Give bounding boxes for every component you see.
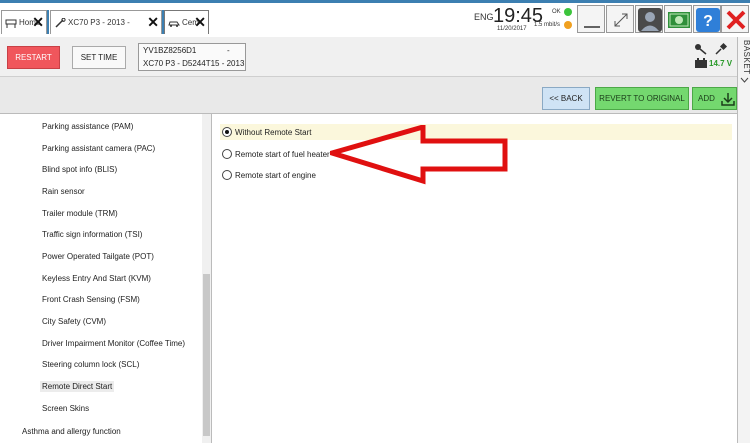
connection-status: OK: [552, 9, 561, 15]
restart-button[interactable]: RESTART: [7, 46, 60, 69]
list-item[interactable]: Driver Impairment Monitor (Coffee Time): [42, 339, 185, 348]
session-toolbar: RESTART SET TIME YV1BZ8256D1 - XC70 P3 -…: [0, 37, 737, 77]
tab-vehicle[interactable]: XC70 P3 - 2013 - ✕: [50, 10, 162, 34]
vehicle-model: XC70 P3 - D5244T15 - 2013: [143, 59, 245, 68]
credits-button[interactable]: [664, 5, 692, 33]
radio-unchecked[interactable]: [222, 170, 232, 180]
close-icon[interactable]: ✕: [147, 15, 159, 29]
car-icon: [168, 21, 180, 27]
status-ok-dot: [564, 8, 572, 16]
close-icon[interactable]: ✕: [32, 15, 44, 29]
list-group-header[interactable]: Asthma and allergy function: [22, 427, 121, 436]
revert-button[interactable]: REVERT TO ORIGINAL: [595, 87, 689, 110]
key-icon: [695, 44, 707, 55]
accent-strip: [0, 0, 750, 3]
connection-rate: 1.5 mbit/s: [534, 22, 561, 28]
list-item[interactable]: Keyless Entry And Start (KVM): [42, 274, 151, 283]
list-item[interactable]: Front Crash Sensing (FSM): [42, 295, 140, 304]
user-button[interactable]: [635, 5, 663, 33]
maximize-button[interactable]: [606, 5, 634, 33]
close-app-button[interactable]: [721, 5, 749, 33]
language-indicator[interactable]: ENG: [474, 12, 494, 22]
list-item[interactable]: Traffic sign information (TSI): [42, 230, 142, 239]
list-item[interactable]: Steering column lock (SCL): [42, 360, 139, 369]
add-button-label: ADD: [698, 94, 715, 103]
chevron-down-icon: [740, 77, 749, 83]
list-item[interactable]: Power Operated Tailgate (POT): [42, 252, 154, 261]
close-icon[interactable]: ✕: [194, 15, 206, 29]
radio-unchecked[interactable]: [222, 149, 232, 159]
car-lift-icon: [5, 19, 17, 28]
minimize-icon: [584, 26, 600, 28]
add-button[interactable]: ADD: [692, 87, 737, 110]
user-icon: [638, 8, 662, 32]
list-item[interactable]: Trailer module (TRM): [42, 209, 118, 218]
list-item[interactable]: City Safety (CVM): [42, 317, 106, 326]
scrollbar-thumb[interactable]: [203, 274, 210, 436]
option-label: Remote start of fuel heater: [235, 149, 330, 159]
help-button[interactable]: ?: [693, 5, 721, 33]
basket-label: BASKET: [742, 40, 750, 75]
radio-checked[interactable]: [222, 127, 232, 137]
list-item[interactable]: Parking assistance (PAM): [42, 122, 133, 131]
list-scrollbar[interactable]: [202, 114, 211, 443]
battery-voltage: 14.7 V: [709, 59, 733, 68]
tab-vehicle-label: XC70 P3 - 2013 -: [68, 18, 130, 27]
option-remote-engine[interactable]: Remote start of engine: [222, 167, 316, 183]
download-icon: [721, 92, 735, 106]
status-rate-dot: [564, 21, 572, 29]
option-label: Remote start of engine: [235, 170, 316, 180]
date: 11/20/2017: [497, 26, 527, 32]
vin-suffix: -: [227, 46, 230, 55]
wrench-icon: [55, 17, 66, 28]
list-item-selected[interactable]: Remote Direct Start: [40, 381, 115, 392]
expand-icon: [614, 13, 628, 27]
function-list: Parking assistance (PAM) Parking assista…: [0, 113, 212, 443]
tab-cem[interactable]: Cem ✕: [164, 10, 209, 34]
plug-icon: [715, 42, 728, 55]
help-icon: ?: [696, 8, 720, 32]
list-item[interactable]: Parking assistant camera (PAC): [42, 144, 155, 153]
list-item[interactable]: Blind spot info (BLIS): [42, 165, 117, 174]
minimize-button[interactable]: [577, 5, 605, 33]
annotation-arrow-icon: [330, 125, 508, 185]
tab-separator: [47, 10, 49, 34]
battery-icon: [695, 58, 707, 68]
tab-home[interactable]: Home ✕: [1, 10, 47, 34]
set-time-button[interactable]: SET TIME: [72, 46, 126, 69]
svg-text:?: ?: [703, 13, 713, 30]
option-label: Without Remote Start: [235, 127, 312, 137]
list-item[interactable]: Rain sensor: [42, 187, 85, 196]
money-icon: [668, 12, 690, 28]
vehicle-info: YV1BZ8256D1 - XC70 P3 - D5244T15 - 2013: [138, 43, 246, 71]
list-item[interactable]: Screen Skins: [42, 404, 89, 413]
basket-panel[interactable]: BASKET: [737, 37, 750, 443]
vin: YV1BZ8256D1: [143, 46, 197, 55]
back-button[interactable]: << BACK: [542, 87, 590, 110]
option-fuel-heater[interactable]: Remote start of fuel heater: [222, 146, 330, 162]
close-icon: [726, 10, 746, 30]
title-bar: Home ✕ XC70 P3 - 2013 - ✕ Cem ✕ ENG 19:4…: [0, 0, 750, 37]
